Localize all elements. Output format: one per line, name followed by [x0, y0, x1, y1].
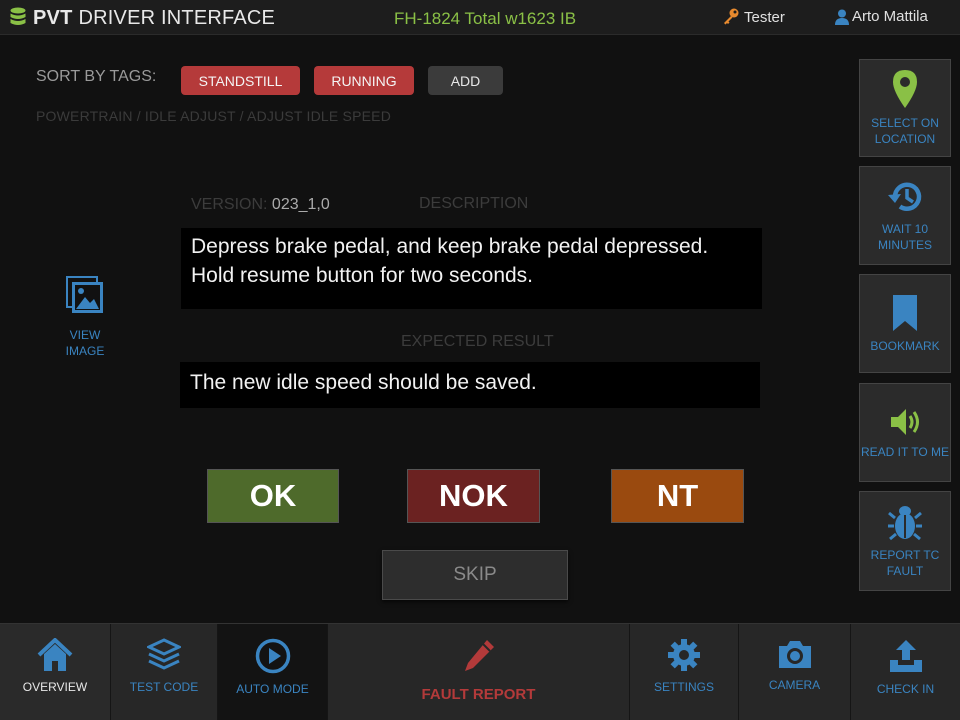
user-indicator[interactable]: Arto Mattila: [835, 8, 928, 25]
nav-test-code-label: TEST CODE: [129, 680, 199, 694]
expected-result-text: The new idle speed should be saved.: [180, 362, 760, 408]
skip-button[interactable]: SKIP: [382, 550, 568, 600]
version-value: 023_1,0: [271, 196, 330, 213]
description-label: DESCRIPTION: [419, 195, 529, 212]
nav-fault-report[interactable]: FAULT REPORT: [328, 624, 630, 720]
gear-icon: [668, 639, 700, 671]
home-icon: [37, 638, 73, 671]
wait-10-minutes-label: WAIT 10 MINUTES: [878, 221, 932, 252]
tag-running[interactable]: RUNNING: [314, 66, 414, 95]
play-circle-icon: [255, 638, 290, 674]
nav-settings-label: SETTINGS: [653, 680, 714, 694]
upload-icon: [889, 640, 922, 672]
nav-auto-mode-label: AUTO MODE: [236, 682, 309, 696]
nav-test-code[interactable]: TEST CODE: [111, 624, 218, 720]
app-title: PVT DRIVER INTERFACE: [33, 7, 276, 29]
nav-fault-report-label: FAULT REPORT: [421, 686, 536, 703]
key-icon: [724, 8, 739, 25]
sort-by-tags-label: SORT BY TAGS:: [36, 68, 157, 85]
database-logo-icon: [10, 7, 26, 25]
nok-button[interactable]: NOK: [407, 469, 540, 523]
top-bar: PVT DRIVER INTERFACE FH-1824 Total w1623 …: [0, 0, 960, 35]
pencil-icon: [464, 640, 494, 671]
description-text: Depress brake pedal, and keep brake peda…: [181, 228, 762, 309]
tag-standstill[interactable]: STANDSTILL: [181, 66, 300, 95]
bug-icon: [888, 506, 922, 541]
history-clock-icon: [888, 182, 922, 211]
layers-icon: [147, 638, 181, 670]
vehicle-info: FH-1824 Total w1623 IB: [394, 9, 577, 28]
read-it-to-me-label: READ IT TO ME: [860, 444, 950, 459]
nav-auto-mode[interactable]: AUTO MODE: [218, 624, 328, 720]
user-name: Arto Mattila: [852, 8, 928, 25]
read-it-to-me-button[interactable]: READ IT TO ME: [859, 383, 951, 482]
wait-10-minutes-button[interactable]: WAIT 10 MINUTES: [859, 166, 951, 265]
role-indicator[interactable]: Tester: [722, 8, 785, 26]
nav-camera-label: CAMERA: [768, 678, 821, 692]
view-image-button[interactable]: VIEW IMAGE: [54, 276, 116, 359]
nav-overview-label: OVERVIEW: [22, 680, 88, 694]
location-pin-icon: [893, 70, 917, 108]
view-image-label: VIEW IMAGE: [65, 328, 105, 358]
select-on-location-button[interactable]: SELECT ON LOCATION: [859, 59, 951, 157]
version-label: VERSION: 023_1,0: [191, 196, 330, 213]
speaker-icon: [891, 408, 919, 435]
report-tc-fault-button[interactable]: REPORT TC FAULT: [859, 491, 951, 591]
bookmark-icon: [893, 294, 917, 331]
image-gallery-icon: [66, 276, 103, 313]
ok-button[interactable]: OK: [207, 469, 339, 523]
camera-icon: [778, 641, 811, 668]
user-icon: [835, 9, 849, 25]
nav-check-in[interactable]: CHECK IN: [851, 624, 960, 720]
report-tc-fault-label: REPORT TC FAULT: [870, 548, 940, 578]
nav-check-in-label: CHECK IN: [876, 682, 935, 696]
nav-overview[interactable]: OVERVIEW: [0, 624, 111, 720]
role-label: Tester: [744, 8, 785, 26]
breadcrumb: POWERTRAIN / IDLE ADJUST / ADJUST IDLE S…: [36, 108, 391, 124]
bookmark-button[interactable]: BOOKMARK: [859, 274, 951, 373]
expected-result-label: EXPECTED RESULT: [401, 333, 554, 350]
bottom-navigation: OVERVIEW TEST CODE AUTO MODE FAULT REPOR…: [0, 623, 960, 720]
bookmark-label: BOOKMARK: [870, 338, 940, 353]
select-on-location-label: SELECT ON LOCATION: [871, 116, 939, 146]
nt-button[interactable]: NT: [611, 469, 744, 523]
add-tag-button[interactable]: ADD: [428, 66, 503, 95]
nav-settings[interactable]: SETTINGS: [630, 624, 739, 720]
nav-camera[interactable]: CAMERA: [739, 624, 851, 720]
